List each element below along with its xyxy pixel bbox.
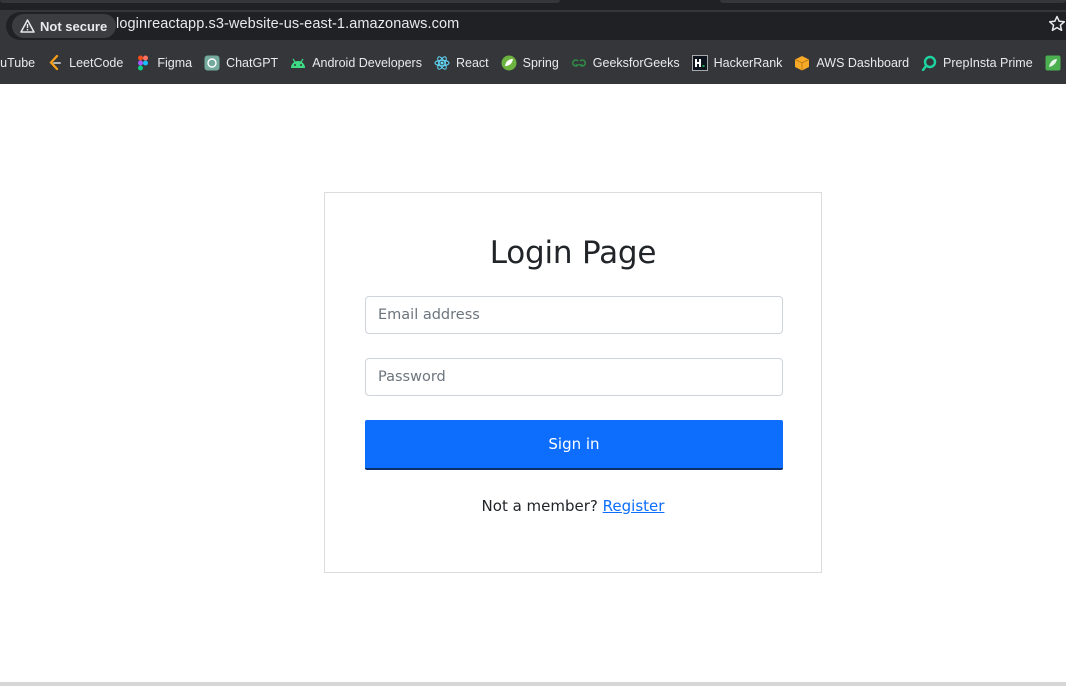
prepinsta-icon (921, 55, 937, 71)
spring-icon (501, 55, 517, 71)
figma-icon (135, 55, 151, 71)
active-tab-edge[interactable] (0, 0, 560, 3)
register-prompt-text: Not a member? (481, 497, 598, 515)
email-field[interactable] (365, 296, 783, 334)
register-link[interactable]: Register (603, 497, 665, 515)
bookmark-label: Spring (522, 56, 559, 70)
bookmark-label: ChatGPT (226, 56, 279, 70)
geeksforgeeks-icon (571, 55, 587, 71)
bookmark-label: Android Developers (312, 56, 422, 70)
page-title: Login Page (489, 235, 657, 271)
bookmark-label: HackerRank (713, 56, 783, 70)
leetcode-icon (47, 55, 63, 71)
chatgpt-icon (204, 55, 220, 71)
browser-chrome: Not secure loginreactapp.s3-website-us-e… (0, 0, 1066, 84)
tab-strip (0, 0, 1066, 10)
bookmark-label: AWS Dashboard (816, 56, 910, 70)
bookmark-label: GeeksforGeeks (592, 56, 680, 70)
security-indicator[interactable]: Not secure (12, 14, 117, 38)
bookmark-star-icon[interactable] (1048, 15, 1066, 38)
leaf-icon (1045, 55, 1061, 71)
bookmark-android-developers[interactable]: Android Developers (284, 50, 428, 76)
bookmark-aws-dashboard[interactable]: AWS Dashboard (788, 50, 915, 76)
react-icon (434, 55, 450, 71)
bookmark-leetcode[interactable]: LeetCode (41, 50, 129, 76)
bookmark-label: Figma (157, 56, 193, 70)
bookmarks-bar: YouTube LeetCode Figma ChatGPT Android D… (0, 50, 1066, 76)
bookmark-label: YouTube (0, 56, 36, 70)
bookmark-react[interactable]: React (428, 50, 495, 76)
bookmark-prepinsta-prime[interactable]: PrepInsta Prime (915, 50, 1039, 76)
warning-icon (20, 19, 35, 33)
aws-icon (794, 55, 810, 71)
bookmark-label: React (455, 56, 489, 70)
password-field[interactable] (365, 358, 783, 396)
login-card: Login Page Sign in Not a member? Registe… (324, 192, 822, 573)
bookmark-label: PrepInsta Prime (943, 56, 1033, 70)
bookmark-label: LeetCode (69, 56, 124, 70)
url-text[interactable]: loginreactapp.s3-website-us-east-1.amazo… (116, 16, 459, 32)
security-label: Not secure (40, 18, 108, 34)
window-bottom-edge (0, 682, 1066, 686)
android-icon (290, 55, 306, 71)
bookmark-geeksforgeeks[interactable]: GeeksforGeeks (565, 50, 686, 76)
register-prompt: Not a member? Register (325, 497, 821, 515)
address-bar-row: Not secure loginreactapp.s3-website-us-e… (0, 10, 1066, 43)
bookmark-hackerrank[interactable]: HackerRank (686, 50, 789, 76)
bookmark-chatgpt[interactable]: ChatGPT (198, 50, 284, 76)
bookmark-spring[interactable]: Spring (495, 50, 565, 76)
hackerrank-icon (691, 55, 708, 71)
bookmark-figma[interactable]: Figma (129, 50, 198, 76)
bookmark-youtube[interactable]: YouTube (0, 50, 41, 76)
inactive-tab-edge[interactable] (720, 0, 1066, 3)
bookmark-overflow[interactable] (1039, 50, 1066, 76)
sign-in-button[interactable]: Sign in (365, 420, 783, 470)
